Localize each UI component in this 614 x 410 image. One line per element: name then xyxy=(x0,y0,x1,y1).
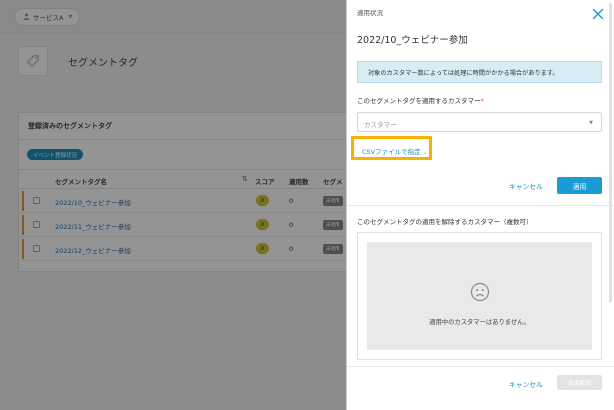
applied-customers-list: 適用中のカスタマーはありません。 xyxy=(357,232,602,360)
apply-button[interactable]: 適用 xyxy=(557,177,602,194)
chevron-down-icon: ▼ xyxy=(589,120,593,126)
close-icon[interactable] xyxy=(592,8,604,20)
scrollbar[interactable] xyxy=(609,3,612,303)
divider xyxy=(347,205,614,206)
csv-file-link[interactable]: CSVファイルで指定 ⌄ xyxy=(362,146,427,156)
apply-customers-label: このセグメントタグを適用するカスタマー* xyxy=(357,95,484,105)
drawer-header: 適用状況 xyxy=(347,0,614,22)
empty-message: 適用中のカスタマーはありません。 xyxy=(429,319,530,326)
drawer-title: 2022/10_ウェビナー参加 xyxy=(357,35,468,46)
csv-file-link-label: CSVファイルで指定 xyxy=(362,148,421,156)
customer-select-placeholder: カスタマー xyxy=(364,121,397,129)
modal-overlay[interactable] xyxy=(0,0,346,410)
drawer-header-title: 適用状況 xyxy=(357,9,383,17)
empty-state: 適用中のカスタマーはありません。 xyxy=(367,242,592,350)
remove-cancel-link[interactable]: キャンセル xyxy=(509,379,543,389)
required-mark: * xyxy=(480,97,484,105)
apply-customers-label-text: このセグメントタグを適用するカスタマー xyxy=(357,97,481,105)
divider xyxy=(347,366,614,367)
apply-cancel-link[interactable]: キャンセル xyxy=(509,181,543,191)
apply-status-drawer: 適用状況 2022/10_ウェビナー参加 対象のカスタマー数によっては処理に時間… xyxy=(346,0,614,410)
remove-customers-label: このセグメントタグの適用を解除するカスタマー（複数可） xyxy=(357,218,533,226)
remove-button[interactable]: 適用解除 xyxy=(557,375,602,390)
info-message: 対象のカスタマー数によっては処理に時間がかかる場合があります。 xyxy=(357,61,602,83)
sad-face-icon xyxy=(470,282,490,302)
csv-link-highlight: CSVファイルで指定 ⌄ xyxy=(351,136,432,160)
customer-select[interactable]: カスタマー ▼ xyxy=(357,112,602,132)
chevron-down-icon: ⌄ xyxy=(422,150,427,156)
